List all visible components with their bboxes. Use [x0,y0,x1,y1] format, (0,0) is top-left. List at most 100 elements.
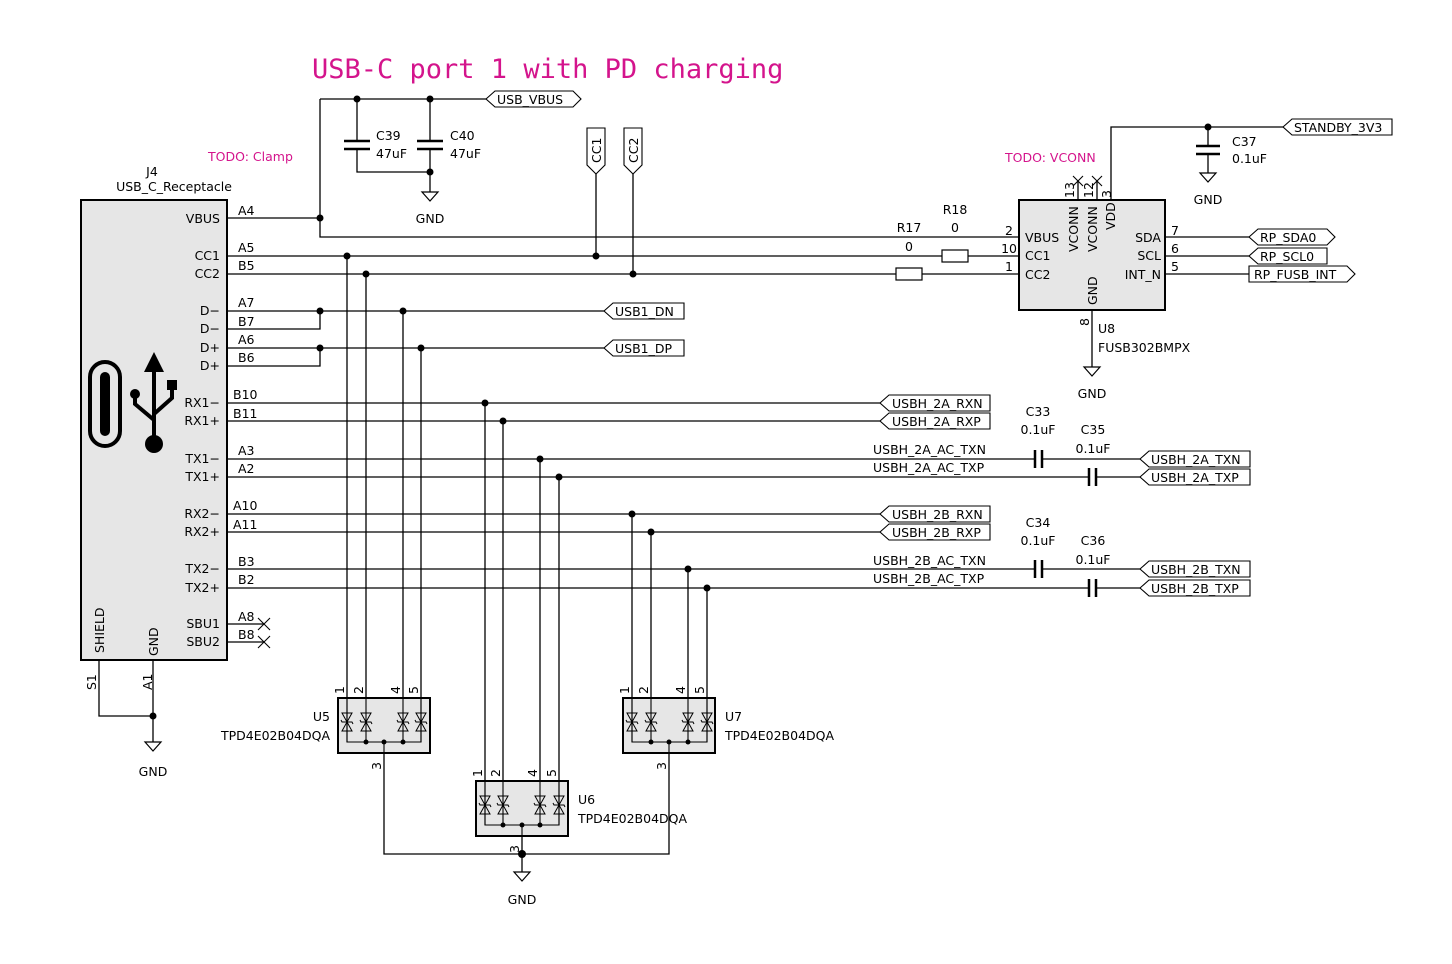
wire-label: USBH_2A_AC_TXN [873,442,986,457]
j4-pin-name-shield: SHIELD [92,607,107,653]
r17-value: 0 [905,239,913,254]
net-label-cc1[interactable]: CC1 [586,127,606,260]
j4-pin-name: CC1 [195,248,220,263]
net-label-cc2[interactable]: CC2 [623,127,643,278]
net-label-text: USB1_DN [615,304,674,319]
capacitor-c37[interactable]: C37 0.1uF [1232,134,1267,166]
esd-pin-num: 2 [488,769,503,777]
u8-ref: U8 [1098,321,1115,336]
net-label-usb1-dp[interactable]: USB1_DP [603,339,685,357]
net-label-rp-fusb-int[interactable]: RP_FUSB_INT [1248,265,1356,283]
j4-pin-name: RX2− [184,506,220,521]
esd-device-u7[interactable]: 1 2 4 5 3 U7 TPD4E02B04DQA [617,686,835,770]
c33-ref: C33 [1026,404,1051,419]
esd-pin-num: 3 [654,762,669,770]
schematic: USB-C port 1 with PD charging TODO: Clam… [80,54,1393,907]
esd-pin-num: 1 [470,769,485,777]
u8-pin-name: INT_N [1125,267,1161,282]
gnd-symbol [1198,172,1218,183]
j4-pin-name: TX2+ [184,580,220,595]
c33-value: 0.1uF [1021,422,1056,437]
u8-pin-name: VDD [1103,202,1118,230]
esd-pin-num: 5 [406,686,421,694]
net-label-usb-vbus[interactable]: USB_VBUS [485,90,582,108]
esd-pin-num: 1 [617,686,632,694]
net-label-usbh-2b-txn[interactable]: USBH_2B_TXN [1139,560,1251,578]
esd-device-u5[interactable]: 1 2 4 5 3 U5 TPD4E02B04DQA [220,686,431,770]
j4-pin-name: RX1− [184,395,220,410]
net-label-usbh-2b-rxp[interactable]: USBH_2B_RXP [879,523,991,541]
c40-value: 47uF [450,146,481,161]
net-label-text: CC1 [589,138,604,163]
net-label-text: USB1_DP [615,341,672,356]
net-label-text: USBH_2B_TXP [1151,581,1239,596]
j4-pin-name: D− [200,321,220,336]
u8-pin-name: SDA [1135,230,1161,245]
j4-pin-num: A6 [238,332,255,347]
net-label-usbh-2b-rxn[interactable]: USBH_2B_RXN [879,505,991,523]
no-connect-icon [257,617,271,649]
net-label-usb1-dn[interactable]: USB1_DN [603,302,685,320]
esd-value: TPD4E02B04DQA [220,728,331,743]
net-label-text: CC2 [626,138,641,163]
net-label-usbh-2a-txn[interactable]: USBH_2A_TXN [1139,450,1251,468]
c36-ref: C36 [1081,533,1106,548]
gnd-symbol: GND [139,741,167,779]
j4-pin-num: B3 [238,554,255,569]
j4-pin-name-gnd: GND [146,627,161,656]
net-label-rp-sda0[interactable]: RP_SDA0 [1248,228,1336,246]
net-label-text: USB_VBUS [497,92,563,107]
j4-pin-num: A10 [233,498,258,513]
r18-value: 0 [951,220,959,235]
sheet-title: USB-C port 1 with PD charging [312,54,783,85]
j4-pin-num: A8 [238,609,255,624]
c40-ref: C40 [450,128,475,143]
resistor-r18[interactable]: R18 0 [941,202,969,263]
net-label-usbh-2b-txp[interactable]: USBH_2B_TXP [1139,579,1251,597]
net-label-standby-3v3[interactable]: STANDBY_3V3 [1282,118,1393,136]
j4-pin-name: SBU2 [186,634,220,649]
c36-value: 0.1uF [1076,552,1111,567]
u8-pin-num: 1 [1005,259,1013,274]
resistor-r17[interactable]: R17 0 [895,220,923,281]
wire-label: USBH_2B_AC_TXP [873,571,985,586]
net-label-usbh-2a-txp[interactable]: USBH_2A_TXP [1139,468,1251,486]
gnd-symbol [420,191,440,202]
esd-pin-num: 5 [692,686,707,694]
r18-ref: R18 [943,202,968,217]
u8-pin-name: CC2 [1025,267,1050,282]
net-label-text: RP_FUSB_INT [1254,267,1337,282]
j4-pin-name: TX1+ [184,469,220,484]
j4-pin-num: A4 [238,203,255,218]
net-label-usbh-2a-rxp[interactable]: USBH_2A_RXP [879,412,991,430]
u8-pin-name: CC1 [1025,248,1050,263]
net-label-text: USBH_2A_TXP [1151,470,1239,485]
esd-pin-num: 3 [369,762,384,770]
net-label-usbh-2a-rxn[interactable]: USBH_2A_RXN [879,394,991,412]
net-label-rp-scl0[interactable]: RP_SCL0 [1248,247,1328,265]
u8-pin-name: GND [1085,276,1100,305]
u8-fusb302[interactable]: VBUS CC1 CC2 2 10 1 SDA SCL INT_N 7 6 5 … [1001,182,1191,355]
j4-pin-name: CC2 [195,266,220,281]
j4-pin-num: B2 [238,572,255,587]
note-clamp: TODO: Clamp [207,149,293,164]
c34-ref: C34 [1026,515,1051,530]
esd-ref: U5 [313,709,330,724]
esd-pin-num: 4 [673,686,688,694]
wire-label: USBH_2A_AC_TXP [873,460,985,475]
gnd-label: GND [1078,386,1107,401]
esd-pin-num: 1 [332,686,347,694]
esd-device-u6[interactable]: 1 2 4 5 3 U6 TPD4E02B04DQA [470,769,688,853]
esd-value: TPD4E02B04DQA [577,811,688,826]
esd-ref: U6 [578,792,595,807]
gnd-symbol [512,871,532,882]
u8-value: FUSB302BMPX [1098,340,1191,355]
esd-pin-num: 4 [525,769,540,777]
j4-pin-name: D+ [200,340,220,355]
net-label-text: RP_SDA0 [1260,230,1316,245]
gnd-label: GND [508,892,537,907]
j4-pin-num: A2 [238,461,255,476]
capacitor-c40[interactable]: C40 47uF [450,128,481,161]
j4-connector[interactable]: J4 USB_C_Receptacle VBUS CC1 CC2 D− D− D… [80,164,258,690]
capacitor-c39[interactable]: C39 47uF [376,128,407,161]
